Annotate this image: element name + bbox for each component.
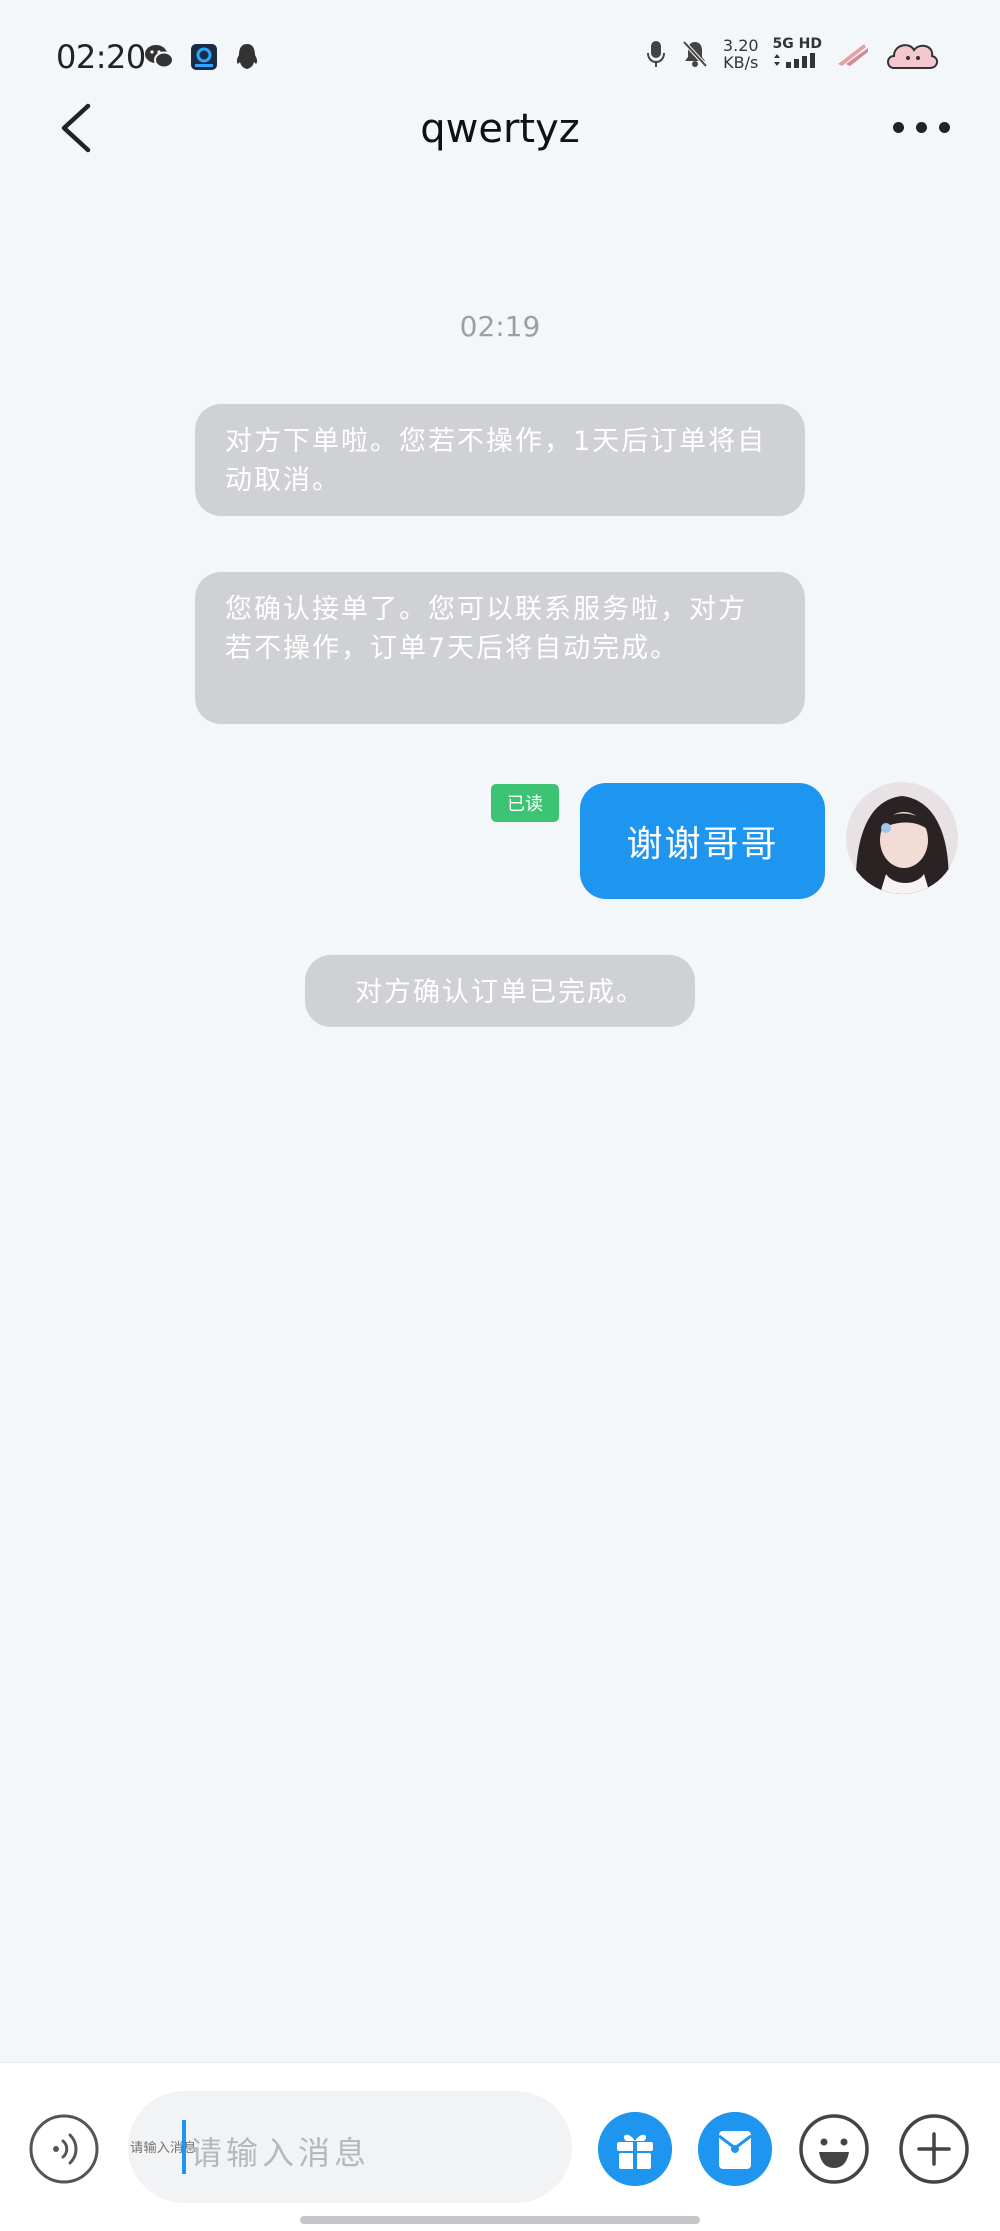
network-speed-value: 3.20 — [722, 36, 759, 55]
more-options-icon[interactable] — [886, 112, 956, 142]
gift-icon[interactable] — [598, 2112, 672, 2186]
network-type: 5G HD — [772, 36, 822, 52]
outgoing-message-bubble[interactable]: 谢谢哥哥 — [580, 783, 825, 899]
app-icon — [191, 44, 217, 70]
message-timestamp: 02:19 — [459, 310, 541, 343]
mute-bell-icon — [682, 40, 708, 68]
avatar-image — [846, 782, 958, 894]
emoji-icon[interactable] — [797, 2112, 871, 2186]
microphone-icon — [646, 41, 665, 67]
network-speed-unit: KB/s — [723, 53, 759, 72]
profile-badge-icon — [887, 44, 938, 69]
user-avatar[interactable] — [846, 782, 958, 894]
plus-icon[interactable] — [897, 2112, 971, 2186]
read-status-badge: 已读 — [491, 784, 559, 822]
text-cursor — [182, 2120, 186, 2174]
system-message: 对方下单啦。您若不操作，1天后订单将自动取消。 — [195, 404, 805, 516]
battery-icon — [838, 44, 868, 66]
input-placeholder: 请输入消息 — [190, 2134, 371, 2172]
status-time: 02:20 — [56, 38, 146, 76]
system-message: 对方确认订单已完成。 — [305, 955, 695, 1027]
signal-bars-icon — [774, 53, 816, 68]
home-indicator[interactable] — [300, 2216, 700, 2224]
wechat-icon — [145, 45, 174, 69]
chat-header: qwertyz — [0, 100, 1000, 200]
voice-icon[interactable] — [28, 2113, 100, 2185]
signal-status: 5G HD — [773, 36, 822, 72]
chat-title: qwertyz — [420, 106, 580, 152]
system-message: 您确认接单了。您可以联系服务啦，对方若不操作，订单7天后将自动完成。 — [195, 572, 805, 724]
system-status-icons: 3.20 KB/s 5G HD — [645, 36, 940, 72]
notification-icons — [144, 42, 260, 72]
qq-icon — [236, 44, 258, 69]
red-packet-icon[interactable] — [698, 2112, 772, 2186]
network-speed: 3.20 KB/s — [723, 37, 759, 71]
